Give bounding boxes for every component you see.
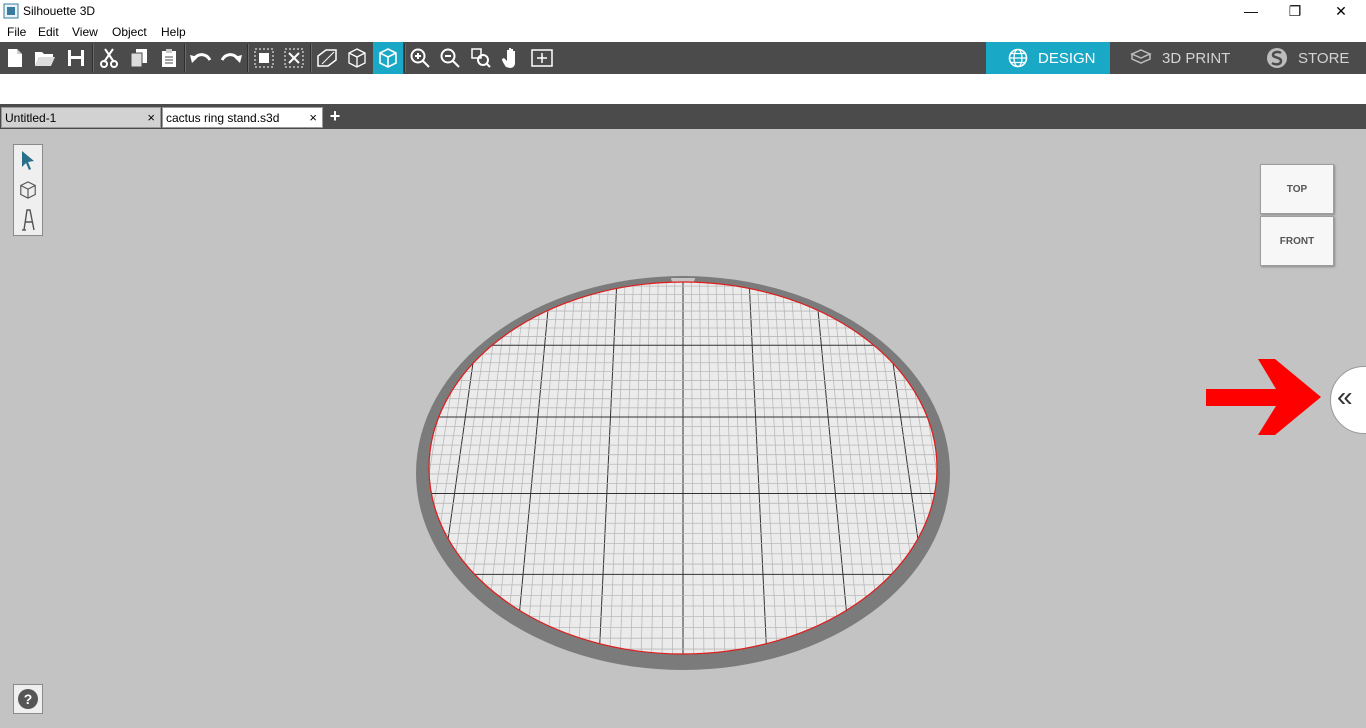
grid-line bbox=[997, 278, 1083, 660]
grid-line bbox=[274, 278, 362, 660]
view-cube-top[interactable]: TOP bbox=[1260, 164, 1334, 214]
help-button[interactable]: ? bbox=[13, 684, 43, 714]
select-arrow-icon[interactable] bbox=[14, 145, 42, 175]
cube-icon[interactable] bbox=[14, 175, 42, 205]
view-cube-front[interactable]: FRONT bbox=[1260, 216, 1334, 266]
help-icon: ? bbox=[18, 689, 38, 709]
grid-line bbox=[980, 278, 1061, 660]
build-plate-grid bbox=[263, 278, 1103, 660]
grid-line bbox=[947, 278, 1019, 660]
double-chevron-left-icon: « bbox=[1337, 381, 1353, 412]
tool-panel bbox=[13, 144, 43, 236]
grid-line bbox=[988, 278, 1071, 660]
grid-line bbox=[263, 278, 353, 660]
grid-line bbox=[347, 278, 419, 660]
text-icon[interactable] bbox=[14, 205, 42, 235]
grid-line bbox=[972, 278, 1051, 660]
grid-line bbox=[326, 278, 403, 660]
grid-line bbox=[284, 278, 370, 660]
grid-line bbox=[337, 278, 411, 660]
callout-arrow-icon bbox=[1206, 359, 1321, 435]
grid-line bbox=[1013, 278, 1103, 660]
grid-line bbox=[295, 278, 378, 660]
grid-line bbox=[305, 278, 386, 660]
grid-line bbox=[955, 278, 1029, 660]
build-plate-viewport[interactable] bbox=[0, 0, 1366, 728]
grid-line bbox=[964, 278, 1041, 660]
view-cube[interactable]: TOP FRONT bbox=[1260, 162, 1336, 266]
grid-line bbox=[316, 278, 395, 660]
grid-line bbox=[1005, 278, 1093, 660]
